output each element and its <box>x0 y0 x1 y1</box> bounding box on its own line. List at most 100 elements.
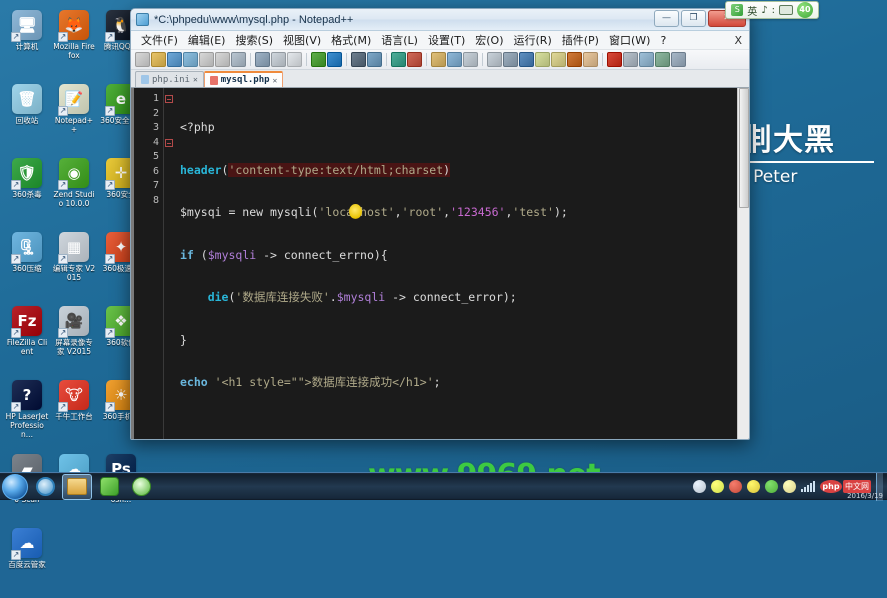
desktop-icon[interactable]: 🗑回收站 <box>4 80 50 154</box>
menu-item[interactable]: 格式(M) <box>326 30 376 50</box>
toolbar-button-icon[interactable] <box>463 52 478 67</box>
desktop-icon[interactable]: 🗜↗360压缩 <box>4 228 50 302</box>
ime-punctuation-icon[interactable]: : <box>772 5 775 16</box>
toolbar-button-icon[interactable] <box>327 52 342 67</box>
toolbar-button-icon[interactable] <box>135 52 150 67</box>
desktop-icon[interactable]: 🐮↗千牛工作台 <box>51 376 97 450</box>
notepadpp-window[interactable]: *C:\phpedu\www\mysql.php - Notepad++ — ❐… <box>130 8 750 440</box>
desktop-icon[interactable]: 📝↗Notepad++ <box>51 80 97 154</box>
toolbar-button-icon[interactable] <box>367 52 382 67</box>
notepadpp-toolbar[interactable] <box>131 50 749 70</box>
menu-item[interactable]: 运行(R) <box>509 30 557 50</box>
toolbar-button-icon[interactable] <box>255 52 270 67</box>
toolbar-button-icon[interactable] <box>567 52 582 67</box>
fold-marker[interactable] <box>165 95 173 103</box>
menu-item[interactable]: 设置(T) <box>423 30 470 50</box>
ime-note-icon[interactable]: ♪ <box>761 5 767 16</box>
desktop-icon[interactable]: Fz↗FileZilla Client <box>4 302 50 376</box>
toolbar-button-icon[interactable] <box>287 52 302 67</box>
tray-red-dot-icon[interactable] <box>729 480 742 493</box>
notepadpp-menubar[interactable]: 文件(F)编辑(E)搜索(S)视图(V)格式(M)语言(L)设置(T)宏(O)运… <box>131 31 749 50</box>
toolbar-button-icon[interactable] <box>271 52 286 67</box>
notepadpp-titlebar[interactable]: *C:\phpedu\www\mysql.php - Notepad++ — ❐… <box>131 9 749 31</box>
desktop-icon[interactable]: 🖥↗计算机 <box>4 6 50 80</box>
toolbar-button-icon[interactable] <box>391 52 406 67</box>
toolbar-button-icon[interactable] <box>519 52 534 67</box>
toolbar-button-icon[interactable] <box>551 52 566 67</box>
toolbar-button-icon[interactable] <box>183 52 198 67</box>
tray-moon-icon[interactable] <box>783 480 796 493</box>
tray-plus-green-icon[interactable] <box>711 480 724 493</box>
toolbar-button-icon[interactable] <box>231 52 246 67</box>
menu-item[interactable]: 视图(V) <box>278 30 326 50</box>
desktop-icon[interactable]: ?↗HP LaserJet Profession... <box>4 376 50 450</box>
toolbar-button-icon[interactable] <box>623 52 638 67</box>
windows-taskbar[interactable]: php 中文网 2016/3/19 <box>0 472 887 500</box>
toolbar-button-icon[interactable] <box>431 52 446 67</box>
toolbar-button-icon[interactable] <box>503 52 518 67</box>
ime-keyboard-icon[interactable] <box>779 5 793 15</box>
menu-item[interactable]: ? <box>655 32 671 49</box>
tab-close-icon[interactable]: ✕ <box>193 75 198 84</box>
editor-tab[interactable]: php.ini✕ <box>135 71 204 87</box>
toolbar-button-icon[interactable] <box>671 52 686 67</box>
tab-close-icon[interactable]: ✕ <box>273 76 278 85</box>
maximize-button[interactable]: ❐ <box>681 10 706 27</box>
taskbar-item-360-browser[interactable] <box>126 474 156 500</box>
code-editor[interactable]: 12345678 <?php header('content-type:text… <box>131 88 749 440</box>
close-document-x[interactable]: X <box>734 34 742 47</box>
toolbar-separator <box>306 53 307 66</box>
network-signal-icon[interactable] <box>801 481 815 492</box>
desktop-icon-label: 360杀毒 <box>4 190 50 199</box>
menu-item[interactable]: 搜索(S) <box>230 30 278 50</box>
menu-item[interactable]: 文件(F) <box>136 30 183 50</box>
toolbar-button-icon[interactable] <box>655 52 670 67</box>
ime-badge[interactable]: 40 <box>797 2 813 18</box>
menu-item[interactable]: 编辑(E) <box>183 30 231 50</box>
toolbar-button-icon[interactable] <box>447 52 462 67</box>
taskbar-item-media-player[interactable] <box>94 474 124 500</box>
desktop-icon[interactable]: ◉↗Zend Studio 10.0.0 <box>51 154 97 228</box>
desktop-icon[interactable]: 🛡↗360杀毒 <box>4 154 50 228</box>
toolbar-button-icon[interactable] <box>535 52 550 67</box>
editor-vertical-scrollbar[interactable] <box>737 88 749 440</box>
toolbar-button-icon[interactable] <box>583 52 598 67</box>
toolbar-button-icon[interactable] <box>215 52 230 67</box>
toolbar-button-icon[interactable] <box>151 52 166 67</box>
toolbar-button-icon[interactable] <box>167 52 182 67</box>
ime-mode-label[interactable]: 英 <box>747 3 757 18</box>
desktop-icon[interactable]: 🦊↗Mozilla Firefox <box>51 6 97 80</box>
scrollbar-thumb[interactable] <box>739 88 749 208</box>
code-text-area[interactable]: <?php header('content-type:text/html;cha… <box>174 88 749 440</box>
editor-tab[interactable]: mysql.php✕ <box>204 71 284 87</box>
code-folding-margin[interactable] <box>164 88 174 440</box>
desktop-icon[interactable]: ▦↗编辑专家 V2015 <box>51 228 97 302</box>
toolbar-button-icon[interactable] <box>607 52 622 67</box>
menu-item[interactable]: 语言(L) <box>376 30 423 50</box>
taskbar-item-windows-explorer[interactable] <box>62 474 92 500</box>
tray-grey-icon[interactable] <box>693 480 706 493</box>
menu-item[interactable]: 宏(O) <box>470 30 508 50</box>
ime-language-bar[interactable]: S 英 ♪ : 40 <box>725 1 819 19</box>
menu-item[interactable]: 插件(P) <box>557 30 604 50</box>
tray-yellow-shield-icon[interactable] <box>747 480 760 493</box>
sogou-logo-icon[interactable]: S <box>731 4 743 16</box>
desktop-icon[interactable]: ☁↗百度云管家 <box>4 524 50 598</box>
desktop-icon-grid: 🖥↗计算机🦊↗Mozilla Firefox🐧↗腾讯QQ版🗑回收站📝↗Notep… <box>4 6 144 598</box>
toolbar-button-icon[interactable] <box>407 52 422 67</box>
toolbar-button-icon[interactable] <box>639 52 654 67</box>
tray-green-shield-icon[interactable] <box>765 480 778 493</box>
notepadpp-tabbar[interactable]: php.ini✕mysql.php✕ <box>131 70 749 88</box>
menu-item[interactable]: 窗口(W) <box>604 30 655 50</box>
line-number: 8 <box>134 194 159 209</box>
code-line-6: } <box>180 333 749 348</box>
toolbar-button-icon[interactable] <box>311 52 326 67</box>
toolbar-button-icon[interactable] <box>487 52 502 67</box>
start-button[interactable] <box>2 474 28 500</box>
toolbar-button-icon[interactable] <box>351 52 366 67</box>
minimize-button[interactable]: — <box>654 10 679 27</box>
fold-marker[interactable] <box>165 139 173 147</box>
desktop-icon[interactable]: 🎥↗屏幕录像专家 V2015 <box>51 302 97 376</box>
toolbar-button-icon[interactable] <box>199 52 214 67</box>
taskbar-item-internet-explorer[interactable] <box>30 474 60 500</box>
